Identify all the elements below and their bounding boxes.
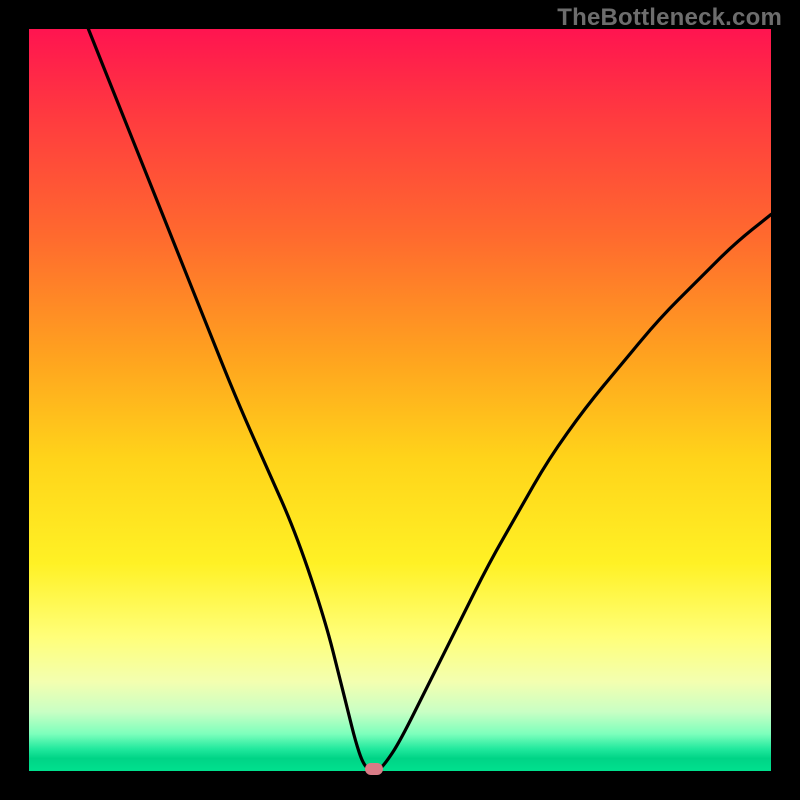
- chart-frame: TheBottleneck.com: [0, 0, 800, 800]
- bottleneck-curve: [29, 29, 771, 771]
- plot-area: [29, 29, 771, 771]
- min-marker: [365, 763, 383, 775]
- watermark-text: TheBottleneck.com: [557, 4, 782, 32]
